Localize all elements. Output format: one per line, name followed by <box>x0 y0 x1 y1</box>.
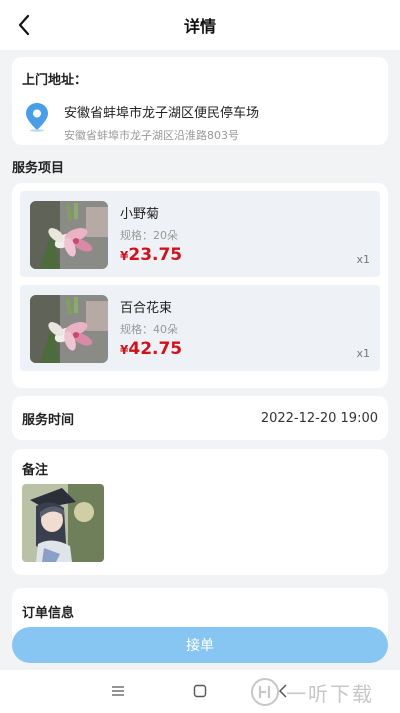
item-name: 百合花束 <box>120 301 173 316</box>
service-time-value: 2022-12-20 19:00 <box>260 410 378 426</box>
page-title: 详情 <box>183 17 216 36</box>
notes-card: 备注 <box>12 449 388 575</box>
flower-thumbnail <box>30 201 108 269</box>
service-items-card: 小野菊 规格：20朵 ¥23.75 x1 百合花束 规格：40朵 ¥42.75 … <box>12 183 388 388</box>
note-image[interactable] <box>22 484 104 562</box>
item-quantity: x1 <box>356 253 370 266</box>
chevron-left-icon <box>18 14 30 36</box>
address-card: 上门地址： 安徽省蚌埠市龙子湖区便民停车场 安徽省蚌埠市龙子湖区沿淮路803号 <box>12 57 388 145</box>
flower-thumbnail <box>30 295 108 363</box>
location-pin-icon <box>26 103 48 132</box>
watermark-text: 一听下载 <box>286 681 374 706</box>
item-spec: 规格：40朵 <box>120 323 178 336</box>
service-time-label: 服务时间 <box>22 412 75 428</box>
watermark-logo-icon <box>251 678 279 706</box>
address-label: 上门地址： <box>22 73 88 88</box>
address-detail: 安徽省蚌埠市龙子湖区沿淮路803号 <box>64 129 239 142</box>
price-value: 42.75 <box>128 339 183 359</box>
back-button[interactable] <box>12 12 36 38</box>
item-price: ¥23.75 <box>120 245 182 265</box>
services-label: 服务项目 <box>12 161 65 176</box>
address-row[interactable]: 安徽省蚌埠市龙子湖区便民停车场 安徽省蚌埠市龙子湖区沿淮路803号 <box>22 102 378 143</box>
watermark: 一听下载 <box>250 672 374 712</box>
item-price: ¥42.75 <box>120 339 182 359</box>
accept-order-button[interactable]: 接单 <box>12 627 388 663</box>
price-value: 23.75 <box>128 245 183 265</box>
order-info-label: 订单信息 <box>22 606 75 621</box>
item-quantity: x1 <box>356 347 370 360</box>
menu-icon[interactable] <box>110 684 126 698</box>
address-main: 安徽省蚌埠市龙子湖区便民停车场 <box>64 106 260 121</box>
notes-label: 备注 <box>22 463 49 478</box>
home-icon[interactable] <box>193 684 207 698</box>
top-bar: 详情 <box>0 0 400 50</box>
item-name: 小野菊 <box>120 207 160 222</box>
service-item[interactable]: 小野菊 规格：20朵 ¥23.75 x1 <box>20 191 380 277</box>
item-spec: 规格：20朵 <box>120 229 178 242</box>
service-item[interactable]: 百合花束 规格：40朵 ¥42.75 x1 <box>20 285 380 371</box>
service-time-card: 服务时间 2022-12-20 19:00 <box>12 396 388 440</box>
